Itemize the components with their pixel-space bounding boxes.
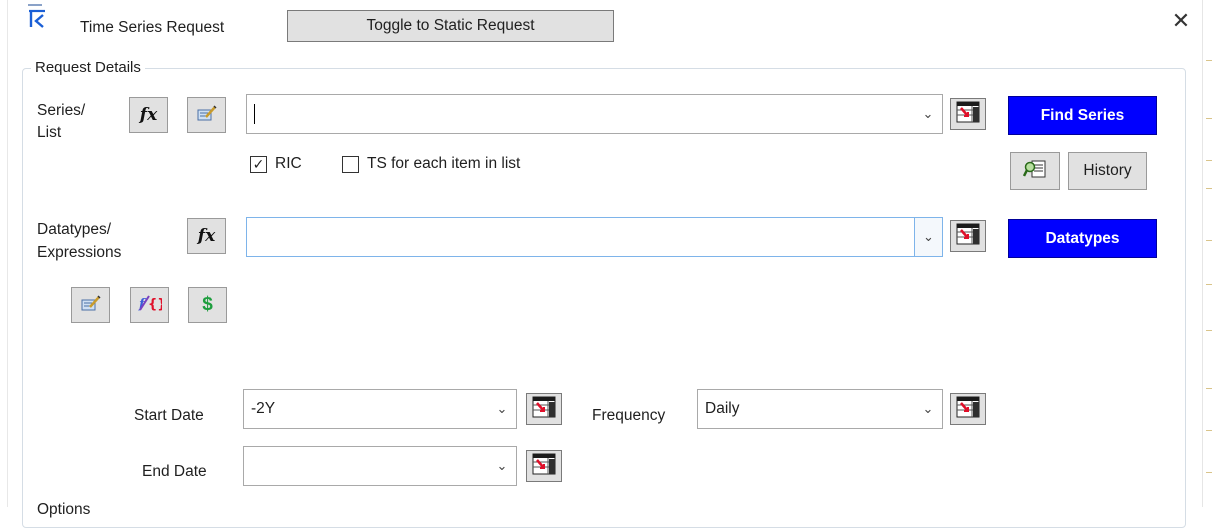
end-date-picker-button[interactable] <box>526 450 562 482</box>
dropdown-arrow-icon[interactable]: ⌄ <box>914 401 942 417</box>
series-combobox[interactable]: ⌄ <box>246 94 943 134</box>
background-window-strip <box>1202 0 1212 507</box>
edit-list-icon <box>197 104 217 126</box>
toggle-static-request-button[interactable]: Toggle to Static Request <box>287 10 614 42</box>
app-logo-icon <box>27 3 53 33</box>
end-date-combobox[interactable]: ⌄ <box>243 446 517 486</box>
options-legend-partial: Options <box>33 499 95 521</box>
dropdown-arrow-icon[interactable]: ⌄ <box>914 218 942 256</box>
search-list-icon <box>1022 159 1047 184</box>
start-date-label: Start Date <box>134 407 204 424</box>
frequency-picker-button[interactable] <box>950 393 986 425</box>
start-date-input[interactable]: -2Y <box>244 398 488 420</box>
series-label-line2: List <box>37 124 62 141</box>
end-date-label: End Date <box>142 463 207 480</box>
datatypes-edit-list-button[interactable] <box>71 287 110 323</box>
end-date-input[interactable] <box>244 455 488 477</box>
picker-grid-icon <box>532 396 556 422</box>
start-date-picker-button[interactable] <box>526 393 562 425</box>
svg-text:{}: {} <box>148 297 162 312</box>
edit-list-icon <box>81 294 101 316</box>
series-label-line1: Series/ <box>37 102 86 119</box>
datatypes-label-line2: Expressions <box>37 244 122 261</box>
datatypes-button[interactable]: Datatypes <box>1008 219 1157 258</box>
datatypes-input[interactable] <box>247 226 914 248</box>
datatypes-label-line1: Datatypes/ <box>37 221 112 238</box>
dropdown-arrow-icon[interactable]: ⌄ <box>488 401 516 417</box>
fx-icon: fx <box>197 226 216 246</box>
history-button[interactable]: History <box>1068 152 1147 190</box>
window-left-edge <box>7 0 8 507</box>
datatypes-fx-button[interactable]: fx <box>187 218 226 254</box>
expression-builder-icon: f {} <box>138 293 166 317</box>
datatypes-combobox[interactable]: ⌄ <box>246 217 943 257</box>
series-picker-button[interactable] <box>950 98 986 130</box>
ts-each-checkbox-row[interactable]: TS for each item in list <box>342 153 520 175</box>
ric-label: RIC <box>275 155 302 172</box>
start-date-combobox[interactable]: -2Y ⌄ <box>243 389 517 429</box>
series-input[interactable] <box>247 103 914 125</box>
find-series-button[interactable]: Find Series <box>1008 96 1157 135</box>
search-list-button[interactable] <box>1010 152 1060 190</box>
series-fx-button[interactable]: fx <box>129 97 168 133</box>
dropdown-arrow-icon[interactable]: ⌄ <box>488 458 516 474</box>
ric-checkbox-row[interactable]: ✓ RIC <box>250 153 302 175</box>
frequency-combobox[interactable]: Daily ⌄ <box>697 389 943 429</box>
picker-grid-icon <box>956 223 980 249</box>
ts-each-label: TS for each item in list <box>367 155 521 172</box>
dropdown-arrow-icon[interactable]: ⌄ <box>914 106 942 122</box>
series-edit-list-button[interactable] <box>187 97 226 133</box>
picker-grid-icon <box>956 101 980 127</box>
frequency-select[interactable]: Daily <box>698 398 914 420</box>
expression-builder-button[interactable]: f {} <box>130 287 169 323</box>
picker-grid-icon <box>956 396 980 422</box>
currency-icon: $ <box>202 294 213 315</box>
picker-grid-icon <box>532 453 556 479</box>
ts-each-checkbox[interactable] <box>342 155 359 173</box>
frequency-label: Frequency <box>592 407 666 424</box>
checkmark-icon: ✓ <box>252 156 265 172</box>
ric-checkbox[interactable]: ✓ <box>250 155 267 173</box>
close-icon[interactable]: ✕ <box>1168 8 1194 34</box>
request-details-legend: Request Details <box>31 59 145 76</box>
datatypes-picker-button[interactable] <box>950 220 986 252</box>
currency-button[interactable]: $ <box>188 287 227 323</box>
fx-icon: fx <box>139 105 158 125</box>
window-title: Time Series Request <box>80 19 225 36</box>
